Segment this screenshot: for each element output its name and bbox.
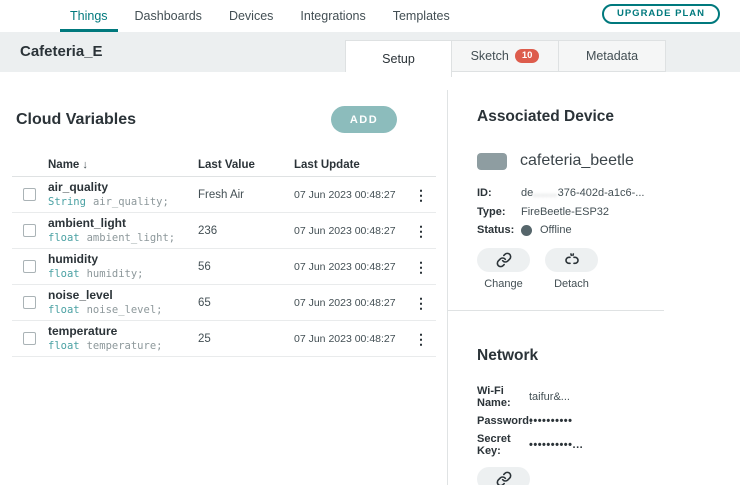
tab-setup-label: Setup <box>382 52 415 66</box>
nav-item-templates[interactable]: Templates <box>393 0 450 32</box>
variable-last-value: 236 <box>198 224 218 237</box>
secret-key-label: Secret Key: <box>477 433 511 457</box>
wifi-name-value: taifur&... <box>529 391 570 403</box>
variable-last-value: Fresh Air <box>198 188 245 201</box>
device-type-label: Type: <box>477 206 506 218</box>
detach-device-button[interactable] <box>545 248 598 272</box>
table-row-noise-level: noise_level float noise_level; 65 07 Jun … <box>12 285 436 321</box>
device-id-label: ID: <box>477 187 492 199</box>
variable-last-update: 07 Jun 2023 00:48:27 <box>294 224 396 237</box>
variable-declaration: float temperature; <box>48 339 163 352</box>
device-info: ID: de......376-402d-a1c6-... Type: Fire… <box>477 186 740 236</box>
column-name-label: Name <box>48 158 80 171</box>
row-menu-icon[interactable]: ⋮ <box>406 188 436 202</box>
status-offline-dot <box>521 224 532 236</box>
variable-declaration: float ambient_light; <box>48 231 176 244</box>
tab-metadata[interactable]: Metadata <box>559 40 666 72</box>
variables-table-header: Name ↓ Last Value Last Update <box>12 153 436 177</box>
column-header-last-value: Last Value <box>198 158 255 171</box>
variables-table: Name ↓ Last Value Last Update air_quality… <box>12 153 436 357</box>
secret-key-value: ••••••••••... <box>529 439 584 451</box>
panel-divider <box>447 90 448 485</box>
cloud-variables-title: Cloud Variables <box>16 110 137 128</box>
column-header-name[interactable]: Name ↓ <box>48 159 198 171</box>
variable-name: temperature <box>48 323 118 338</box>
variable-declaration: String air_quality; <box>48 195 169 208</box>
device-summary: cafeteria_beetle <box>477 152 740 170</box>
table-row-humidity: humidity float humidity; 56 07 Jun 2023 0… <box>12 249 436 285</box>
network-info: Wi-Fi Name: taifur&... Password: •••••••… <box>477 385 740 457</box>
network-title: Network <box>477 347 539 364</box>
row-menu-icon[interactable]: ⋮ <box>406 332 436 346</box>
device-name: cafeteria_beetle <box>520 152 634 169</box>
table-row-temperature: temperature float temperature; 25 07 Jun … <box>12 321 436 357</box>
section-divider <box>447 310 664 311</box>
row-menu-icon[interactable]: ⋮ <box>406 260 436 274</box>
row-checkbox[interactable] <box>23 188 36 201</box>
change-device-button[interactable] <box>477 248 530 272</box>
device-id-value: de......376-402d-a1c6-... <box>521 187 645 199</box>
device-status-label: Status: <box>477 224 515 236</box>
password-value: •••••••••• <box>529 415 573 427</box>
variable-last-value: 65 <box>198 296 211 309</box>
row-checkbox[interactable] <box>23 260 36 273</box>
variable-name: air_quality <box>48 179 109 194</box>
device-status-value: Offline <box>540 224 572 236</box>
column-header-last-update: Last Update <box>294 158 360 171</box>
nav-item-things[interactable]: Things <box>60 0 117 32</box>
copy-id-icon[interactable] <box>649 186 662 200</box>
variable-last-update: 07 Jun 2023 00:48:27 <box>294 296 396 309</box>
variable-declaration: float humidity; <box>48 267 144 280</box>
variable-declaration: float noise_level; <box>48 303 163 316</box>
variable-name: humidity <box>48 251 98 266</box>
row-checkbox[interactable] <box>23 332 36 345</box>
detach-device-label: Detach <box>554 278 589 290</box>
row-menu-icon[interactable]: ⋮ <box>406 296 436 310</box>
cloud-variables-panel: Cloud Variables ADD Name ↓ Last Value Las… <box>0 72 447 485</box>
variable-last-update: 07 Jun 2023 00:48:27 <box>294 260 396 273</box>
tab-sketch[interactable]: Sketch 10 <box>452 40 559 72</box>
variable-name: ambient_light <box>48 215 127 230</box>
change-device-label: Change <box>484 278 523 290</box>
nav-item-integrations[interactable]: Integrations <box>300 0 365 32</box>
nav-item-dashboards[interactable]: Dashboards <box>135 0 202 32</box>
variable-last-value: 25 <box>198 332 211 345</box>
network-actions: Change <box>477 467 740 485</box>
add-variable-button[interactable]: ADD <box>331 106 397 133</box>
sketch-count-badge: 10 <box>514 49 540 63</box>
device-board-icon <box>477 152 507 170</box>
broken-link-icon <box>564 252 580 268</box>
device-panel: Associated Device cafeteria_beetle ID: d… <box>447 72 740 485</box>
row-checkbox[interactable] <box>23 296 36 309</box>
wifi-name-label: Wi-Fi Name: <box>477 385 511 409</box>
variable-name: noise_level <box>48 287 113 302</box>
device-actions: Change Detach <box>477 248 740 290</box>
row-menu-icon[interactable]: ⋮ <box>406 224 436 238</box>
upgrade-plan-button[interactable]: UPGRADE PLAN <box>601 4 720 24</box>
nav-item-devices[interactable]: Devices <box>229 0 273 32</box>
sort-desc-icon: ↓ <box>82 158 88 171</box>
table-row-ambient-light: ambient_light float ambient_light; 236 07… <box>12 213 436 249</box>
row-checkbox[interactable] <box>23 224 36 237</box>
table-row-air-quality: air_quality String air_quality; Fresh Air… <box>12 177 436 213</box>
variable-last-update: 07 Jun 2023 00:48:27 <box>294 188 396 201</box>
change-network-button[interactable] <box>477 467 530 485</box>
top-navigation: Things Dashboards Devices Integrations T… <box>0 0 740 32</box>
tab-sketch-label: Sketch <box>470 49 509 63</box>
thing-title: Cafeteria_E <box>20 43 103 60</box>
variable-last-value: 56 <box>198 260 211 273</box>
device-type-value: FireBeetle-ESP32 <box>521 206 610 218</box>
things-setup-page: Things Dashboards Devices Integrations T… <box>0 0 740 485</box>
password-label: Password: <box>477 415 533 427</box>
link-icon <box>496 471 512 485</box>
associated-device-title: Associated Device <box>477 108 614 125</box>
tab-metadata-label: Metadata <box>585 49 639 63</box>
link-icon <box>496 252 512 268</box>
variable-last-update: 07 Jun 2023 00:48:27 <box>294 332 396 345</box>
